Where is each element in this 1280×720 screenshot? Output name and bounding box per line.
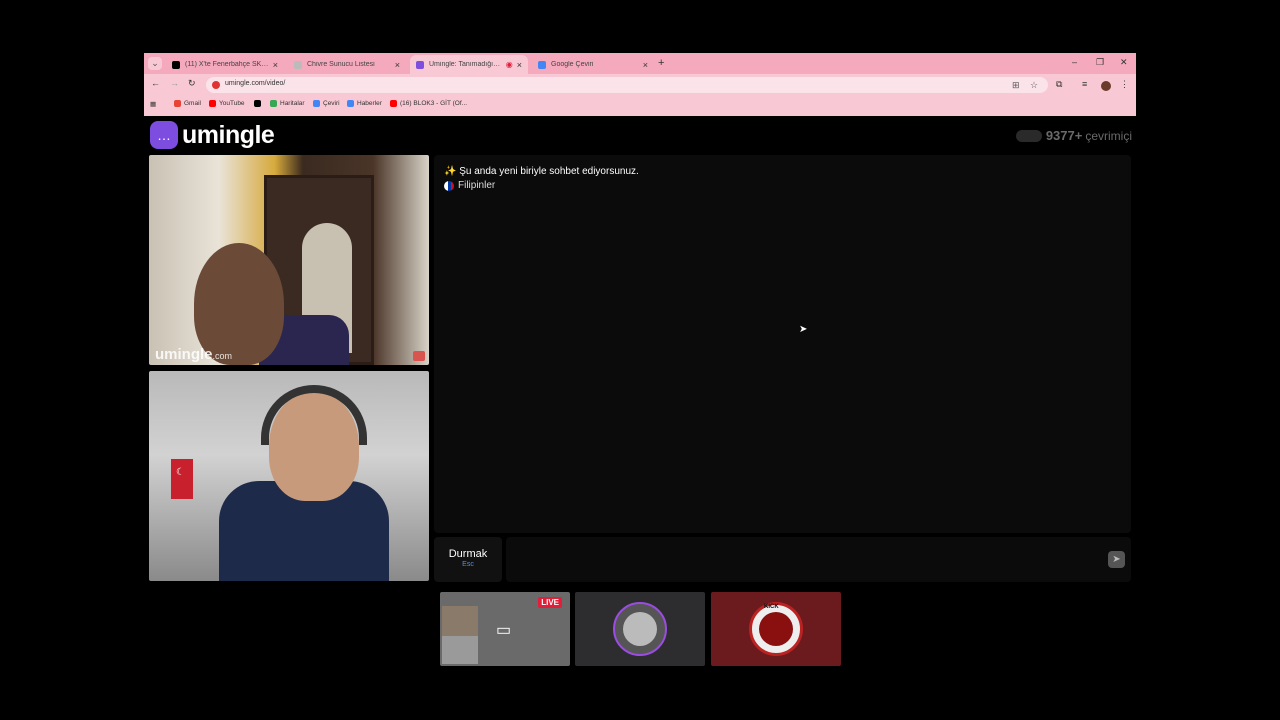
bookmark-x[interactable] [254,100,264,107]
back-icon[interactable]: ← [151,78,160,88]
tab-label: Google Çeviri [551,61,594,68]
online-label: çevrimiçi [1085,128,1132,143]
online-counter: 9377+ çevrimiçi [1015,128,1132,143]
umingle-icon [416,60,424,69]
bookmark-label: YouTube [219,100,245,107]
bookmark-news[interactable]: Haberler [347,100,382,107]
chat-input-row: Durmak Esc ➤ [434,537,1131,582]
close-icon[interactable]: × [517,60,522,70]
news-icon [347,100,354,107]
bookmark-label: (16) BLOK3 - GİT (Of... [400,100,468,107]
forward-icon[interactable]: → [170,78,179,88]
address-bar[interactable]: umingle.com/video/ ⊞ ☆ [206,77,1048,93]
restore-icon[interactable]: ❐ [1096,57,1104,68]
country-label: Filipinler [458,180,496,191]
tab-google-translate[interactable]: Google Çeviri × [532,55,654,74]
tab-server-list[interactable]: Chivre Sunucu Listesi × [288,55,406,74]
bookmark-youtube[interactable]: YouTube [209,100,245,107]
stop-label: Durmak [448,548,488,560]
extensions-icon[interactable]: ⧉ [1056,79,1062,90]
youtube-icon [390,100,397,107]
new-tab-icon[interactable]: + [658,57,664,69]
tab-umingle[interactable]: Umingle: Tanımadığınız Kişi ◉ × [410,55,528,74]
gmail-icon [174,100,181,107]
translate-icon [313,100,320,107]
video-watermark: umingle.com [155,346,232,363]
tab-label: Umingle: Tanımadığınız Kişi [429,61,503,68]
menu-icon[interactable]: ⋮ [1120,79,1129,90]
tab-label: (11) X'te Fenerbahçe SK: "Sa 1" [185,61,269,68]
translate-icon [538,60,546,69]
emblem-text: KICK [764,604,779,610]
avatar-icon [623,612,657,646]
send-icon[interactable]: ➤ [1108,551,1125,568]
watermark-text: umingle [155,346,213,363]
bookmark-gmail[interactable]: Gmail [174,100,201,107]
apps-icon[interactable]: ▦ [150,100,156,108]
bookmark-star-icon[interactable]: ☆ [1030,80,1038,91]
stop-shortcut: Esc [462,561,474,568]
x-icon [172,60,180,69]
umingle-page: … umingle 9377+ çevrimiçi umingle.com ☾ … [144,116,1136,586]
live-badge: LIVE [538,597,562,608]
tab-label: Chivre Sunucu Listesi [307,61,375,68]
stream-preview-thumbnail: LIVE ▭ [440,592,570,666]
bookmark-translate[interactable]: Çeviri [313,100,340,107]
bookmark-blok3[interactable]: (16) BLOK3 - GİT (Of... [390,100,467,107]
tab-search-icon[interactable]: ⌄ [148,57,162,70]
bookmark-maps[interactable]: Haritalar [270,100,305,107]
translate-page-icon[interactable]: ⊞ [1012,80,1020,91]
kick-emblem-thumbnail: KICK [711,592,841,666]
stop-button[interactable]: Durmak Esc [434,537,502,582]
tab-x-fenerbahce[interactable]: (11) X'te Fenerbahçe SK: "Sa 1" × [166,55,284,74]
maps-icon [270,100,277,107]
watermark-suffix: .com [212,351,233,361]
bookmark-label: Haritalar [280,100,305,107]
remote-video: umingle.com [149,155,429,365]
headset [261,385,367,445]
youtube-icon [209,100,216,107]
logo[interactable]: … umingle [150,120,275,150]
profile-avatar[interactable] [1101,81,1111,91]
mouse-cursor-icon: ➤ [799,324,808,335]
page-icon [294,60,302,69]
stranger-country: Filipinler [444,180,495,191]
message-input[interactable]: ➤ [506,537,1131,582]
online-count: 9377+ [1045,128,1083,143]
logo-text: umingle [182,120,275,149]
site-info-icon[interactable] [212,81,220,89]
chat-bubble-icon: … [150,121,178,149]
url-text: umingle.com/video/ [225,80,286,87]
toolbar: ← → ↻ umingle.com/video/ ⊞ ☆ ⧉ ≡ ⋮ [144,75,1136,95]
bookmark-label: Çeviri [323,100,340,107]
turkish-flag: ☾ [171,459,193,499]
monitor-icon: ▭ [496,622,512,639]
close-icon[interactable]: × [395,60,400,70]
bookmark-label: Gmail [184,100,201,107]
tab-strip: ⌄ (11) X'te Fenerbahçe SK: "Sa 1" × Chiv… [144,53,1136,74]
discord-avatar-thumbnail [575,592,705,666]
close-icon[interactable]: × [273,60,278,70]
close-window-icon[interactable]: ✕ [1120,57,1128,68]
close-icon[interactable]: × [643,60,648,70]
chat-panel: ✨ Şu anda yeni biriyle sohbet ediyorsunu… [434,155,1131,533]
browser-window: ⌄ (11) X'te Fenerbahçe SK: "Sa 1" × Chiv… [144,53,1136,116]
reload-icon[interactable]: ↻ [188,78,196,89]
bookmark-label: Haberler [357,100,382,107]
local-video: ☾ [149,371,429,581]
x-icon [254,100,261,107]
philippines-flag-icon [444,180,454,191]
emblem-icon [759,612,793,646]
bookmarks-bar: ▦ Gmail YouTube Haritalar Çeviri Haberle… [144,97,1136,113]
media-control-icon[interactable]: ≡ [1082,79,1087,89]
online-toggle[interactable] [1015,129,1042,142]
chat-status: ✨ Şu anda yeni biriyle sohbet ediyorsunu… [444,166,639,177]
report-icon[interactable] [413,351,425,361]
minimize-icon[interactable]: – [1072,57,1077,67]
recording-icon: ◉ [505,60,513,69]
